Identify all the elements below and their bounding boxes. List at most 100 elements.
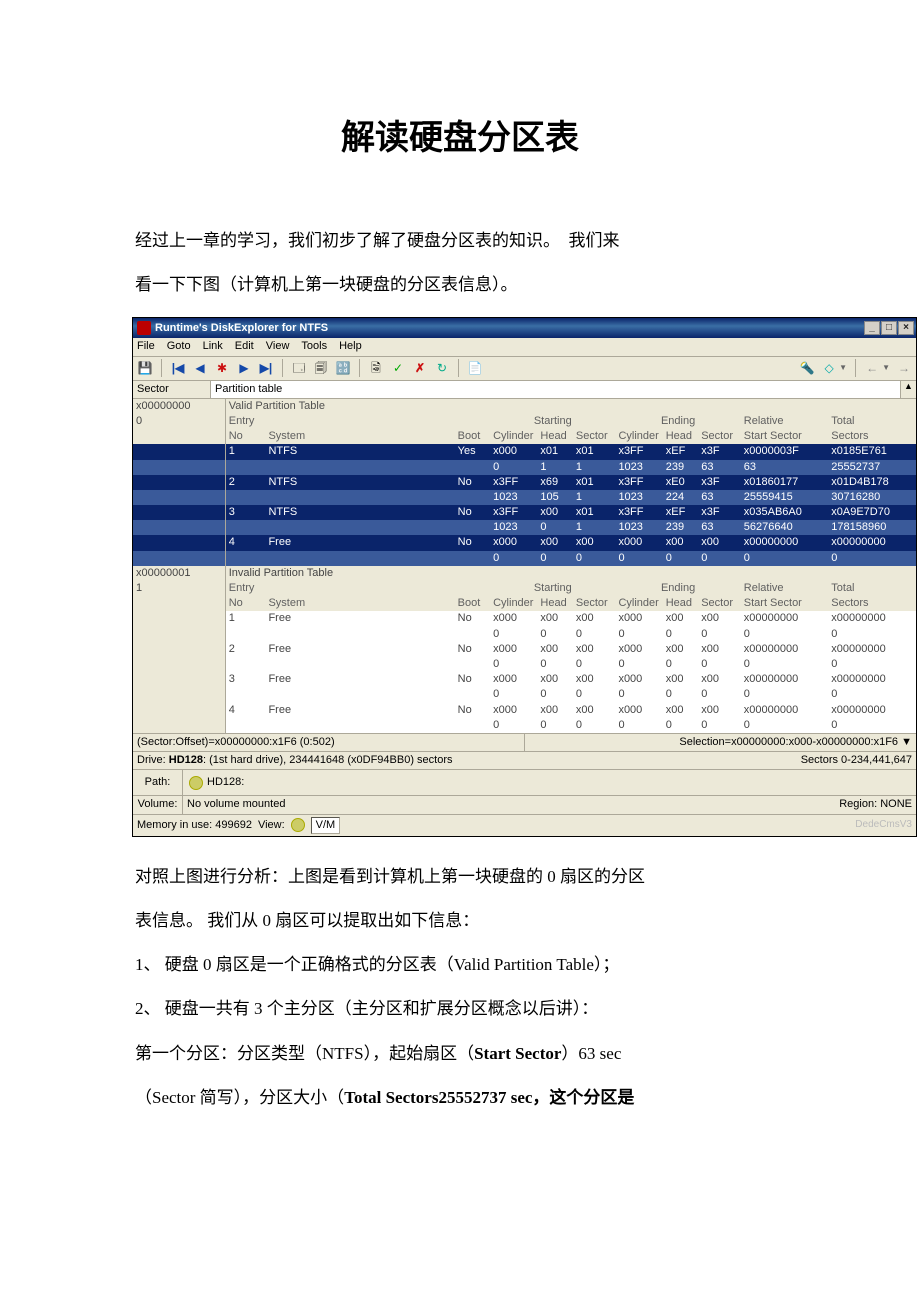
- col-entry: Entry: [225, 414, 265, 429]
- disk-icon: [189, 776, 203, 790]
- path-value: HD128:: [207, 776, 244, 789]
- scroll-down-button[interactable]: ▼: [901, 736, 912, 748]
- partition-row[interactable]: 2NTFSNo x3FFx69x01 x3FFxE0x3F x01860177x…: [133, 475, 916, 490]
- page-title: 解读硬盘分区表: [135, 110, 785, 159]
- status-right: Selection=x00000000:x000-x00000000:x1F6 …: [525, 734, 916, 751]
- col-ecyl: Cylinder: [615, 429, 662, 444]
- titlebar[interactable]: Runtime's DiskExplorer for NTFS _ □ ×: [133, 318, 916, 338]
- list-item-2: 2、 硬盘一共有 3 个主分区（主分区和扩展分区概念以后讲）：: [135, 987, 785, 1031]
- col-total: Total: [828, 414, 916, 429]
- addr-1: x00000001: [133, 566, 225, 581]
- menu-goto[interactable]: Goto: [167, 340, 191, 353]
- col-relative: Relative: [741, 414, 829, 429]
- partition-row[interactable]: 3NTFSNo x3FFx00x01 x3FFxEFx3F x035AB6A0x…: [133, 505, 916, 520]
- col-ehead: Head: [663, 429, 698, 444]
- close-button[interactable]: ×: [898, 321, 914, 335]
- menu-link[interactable]: Link: [203, 340, 223, 353]
- partition-row-dec[interactable]: 000 000 00: [133, 551, 916, 566]
- memory-usage: Memory in use: 499692: [137, 819, 252, 832]
- tool-icon-3[interactable]: 🔡: [335, 360, 351, 376]
- partition-row-dec[interactable]: 000 000 00: [133, 718, 916, 733]
- nav-prev-icon[interactable]: ◀: [192, 360, 208, 376]
- addr-0: x00000000: [133, 399, 225, 414]
- status-left: (Sector:Offset)=x00000000:x1F6 (0:502): [133, 734, 525, 751]
- idx-1: 1: [133, 581, 225, 596]
- analysis-line-2: 表信息。 我们从 0 扇区可以提取出如下信息：: [135, 899, 785, 943]
- partition-row-dec[interactable]: 10231051 102322463 2555941530716280: [133, 490, 916, 505]
- col-starting: Starting: [490, 414, 615, 429]
- col-cyl: Cylinder: [490, 429, 537, 444]
- menu-edit[interactable]: Edit: [235, 340, 254, 353]
- para-2: （Sector 简写），分区大小（Total Sectors25552737 s…: [135, 1076, 785, 1120]
- nav-next-icon[interactable]: ▶: [236, 360, 252, 376]
- view-mode[interactable]: V/M: [311, 817, 341, 834]
- volume-value: No volume mounted: [183, 796, 835, 813]
- check-icon[interactable]: ✓: [390, 360, 406, 376]
- window-title: Runtime's DiskExplorer for NTFS: [155, 322, 864, 335]
- tool-icon-2[interactable]: 🗐: [313, 360, 329, 376]
- drive-sectors: Sectors 0-234,441,647: [801, 754, 912, 767]
- intro-line-1: 经过上一章的学习，我们初步了解了硬盘分区表的知识。 我们来: [135, 219, 785, 263]
- toolbar: 💾 |◀ ◀ ✱ ▶ ▶| 🗔 🗐 🔡 🗟 ✓ ✗ ↻ 📄 🔦 ◇ ▼ ← ▼: [133, 357, 916, 381]
- volume-label: Volume:: [133, 796, 183, 813]
- forward-icon[interactable]: →: [896, 360, 912, 376]
- menu-tools[interactable]: Tools: [301, 340, 327, 353]
- refresh-icon[interactable]: ↻: [434, 360, 450, 376]
- partition-row[interactable]: 2FreeNo x000x00x00 x000x00x00 x00000000x…: [133, 642, 916, 657]
- drive-info: Drive: HD128: (1st hard drive), 23444164…: [137, 754, 453, 767]
- partition-row-dec[interactable]: 011 102323963 6325552737: [133, 460, 916, 475]
- menubar: File Goto Link Edit View Tools Help: [133, 338, 916, 356]
- sector-value: Partition table: [211, 381, 900, 398]
- page-icon[interactable]: 📄: [467, 360, 483, 376]
- wand-icon[interactable]: 🔦: [799, 360, 815, 376]
- menu-help[interactable]: Help: [339, 340, 362, 353]
- col-boot: Boot: [455, 429, 490, 444]
- save-icon[interactable]: 💾: [137, 360, 153, 376]
- col-system: System: [265, 429, 454, 444]
- delete-icon[interactable]: ✗: [412, 360, 428, 376]
- nav-last-icon[interactable]: ▶|: [258, 360, 274, 376]
- paint-icon[interactable]: ◇: [821, 360, 837, 376]
- partition-row[interactable]: 3FreeNo x000x00x00 x000x00x00 x00000000x…: [133, 672, 916, 687]
- col-sec: Sector: [573, 429, 616, 444]
- tool-icon-4[interactable]: 🗟: [368, 360, 384, 376]
- partition-row-dec[interactable]: 000 000 00: [133, 657, 916, 672]
- partition-row[interactable]: 4FreeNo x000x00x00 x000x00x00 x00000000x…: [133, 535, 916, 550]
- list-item-1: 1、 硬盘 0 扇区是一个正确格式的分区表（Valid Partition Ta…: [135, 943, 785, 987]
- view-label: View:: [258, 819, 285, 832]
- partition-row[interactable]: 4FreeNo x000x00x00 x000x00x00 x00000000x…: [133, 703, 916, 718]
- nav-first-icon[interactable]: |◀: [170, 360, 186, 376]
- watermark-text: DedeCmsV3: [855, 819, 912, 831]
- col-sectors: Sectors: [828, 429, 916, 444]
- partition-row-dec[interactable]: 102301 102323963 56276640178158960: [133, 520, 916, 535]
- col-no: No: [225, 429, 265, 444]
- col-startsec: Start Sector: [741, 429, 829, 444]
- dropdown-icon[interactable]: ▼: [839, 363, 847, 373]
- disk-icon: [291, 818, 305, 832]
- region-value: Region: NONE: [835, 796, 916, 813]
- path-label: Path:: [133, 770, 183, 795]
- tool-icon-1[interactable]: 🗔: [291, 360, 307, 376]
- partition-row[interactable]: 1FreeNo x000x00x00 x000x00x00 x00000000x…: [133, 611, 916, 626]
- maximize-button[interactable]: □: [881, 321, 897, 335]
- col-esec: Sector: [698, 429, 741, 444]
- scroll-up-button[interactable]: ▲: [900, 381, 916, 398]
- app-logo-icon: [137, 321, 151, 335]
- invalid-partition-label: Invalid Partition Table: [225, 566, 916, 581]
- partition-row-dec[interactable]: 000 000 00: [133, 687, 916, 702]
- back-icon[interactable]: ←: [864, 360, 880, 376]
- col-ending: Ending: [615, 414, 740, 429]
- partition-grid: x00000000 Valid Partition Table 0 Entry …: [133, 399, 916, 733]
- minimize-button[interactable]: _: [864, 321, 880, 335]
- analysis-line-1: 对照上图进行分析：上图是看到计算机上第一块硬盘的 0 扇区的分区: [135, 855, 785, 899]
- idx-0: 0: [133, 414, 225, 429]
- nav-up-icon[interactable]: ✱: [214, 360, 230, 376]
- partition-row-dec[interactable]: 000 000 00: [133, 627, 916, 642]
- para-1: 第一个分区：分区类型（NTFS），起始扇区（Start Sector）63 se…: [135, 1032, 785, 1076]
- menu-file[interactable]: File: [137, 340, 155, 353]
- back-dropdown-icon[interactable]: ▼: [882, 363, 890, 373]
- partition-row[interactable]: 1NTFSYes x000x01x01 x3FFxEFx3F x0000003F…: [133, 444, 916, 459]
- sector-label: Sector: [133, 381, 211, 398]
- col-head: Head: [537, 429, 572, 444]
- menu-view[interactable]: View: [266, 340, 290, 353]
